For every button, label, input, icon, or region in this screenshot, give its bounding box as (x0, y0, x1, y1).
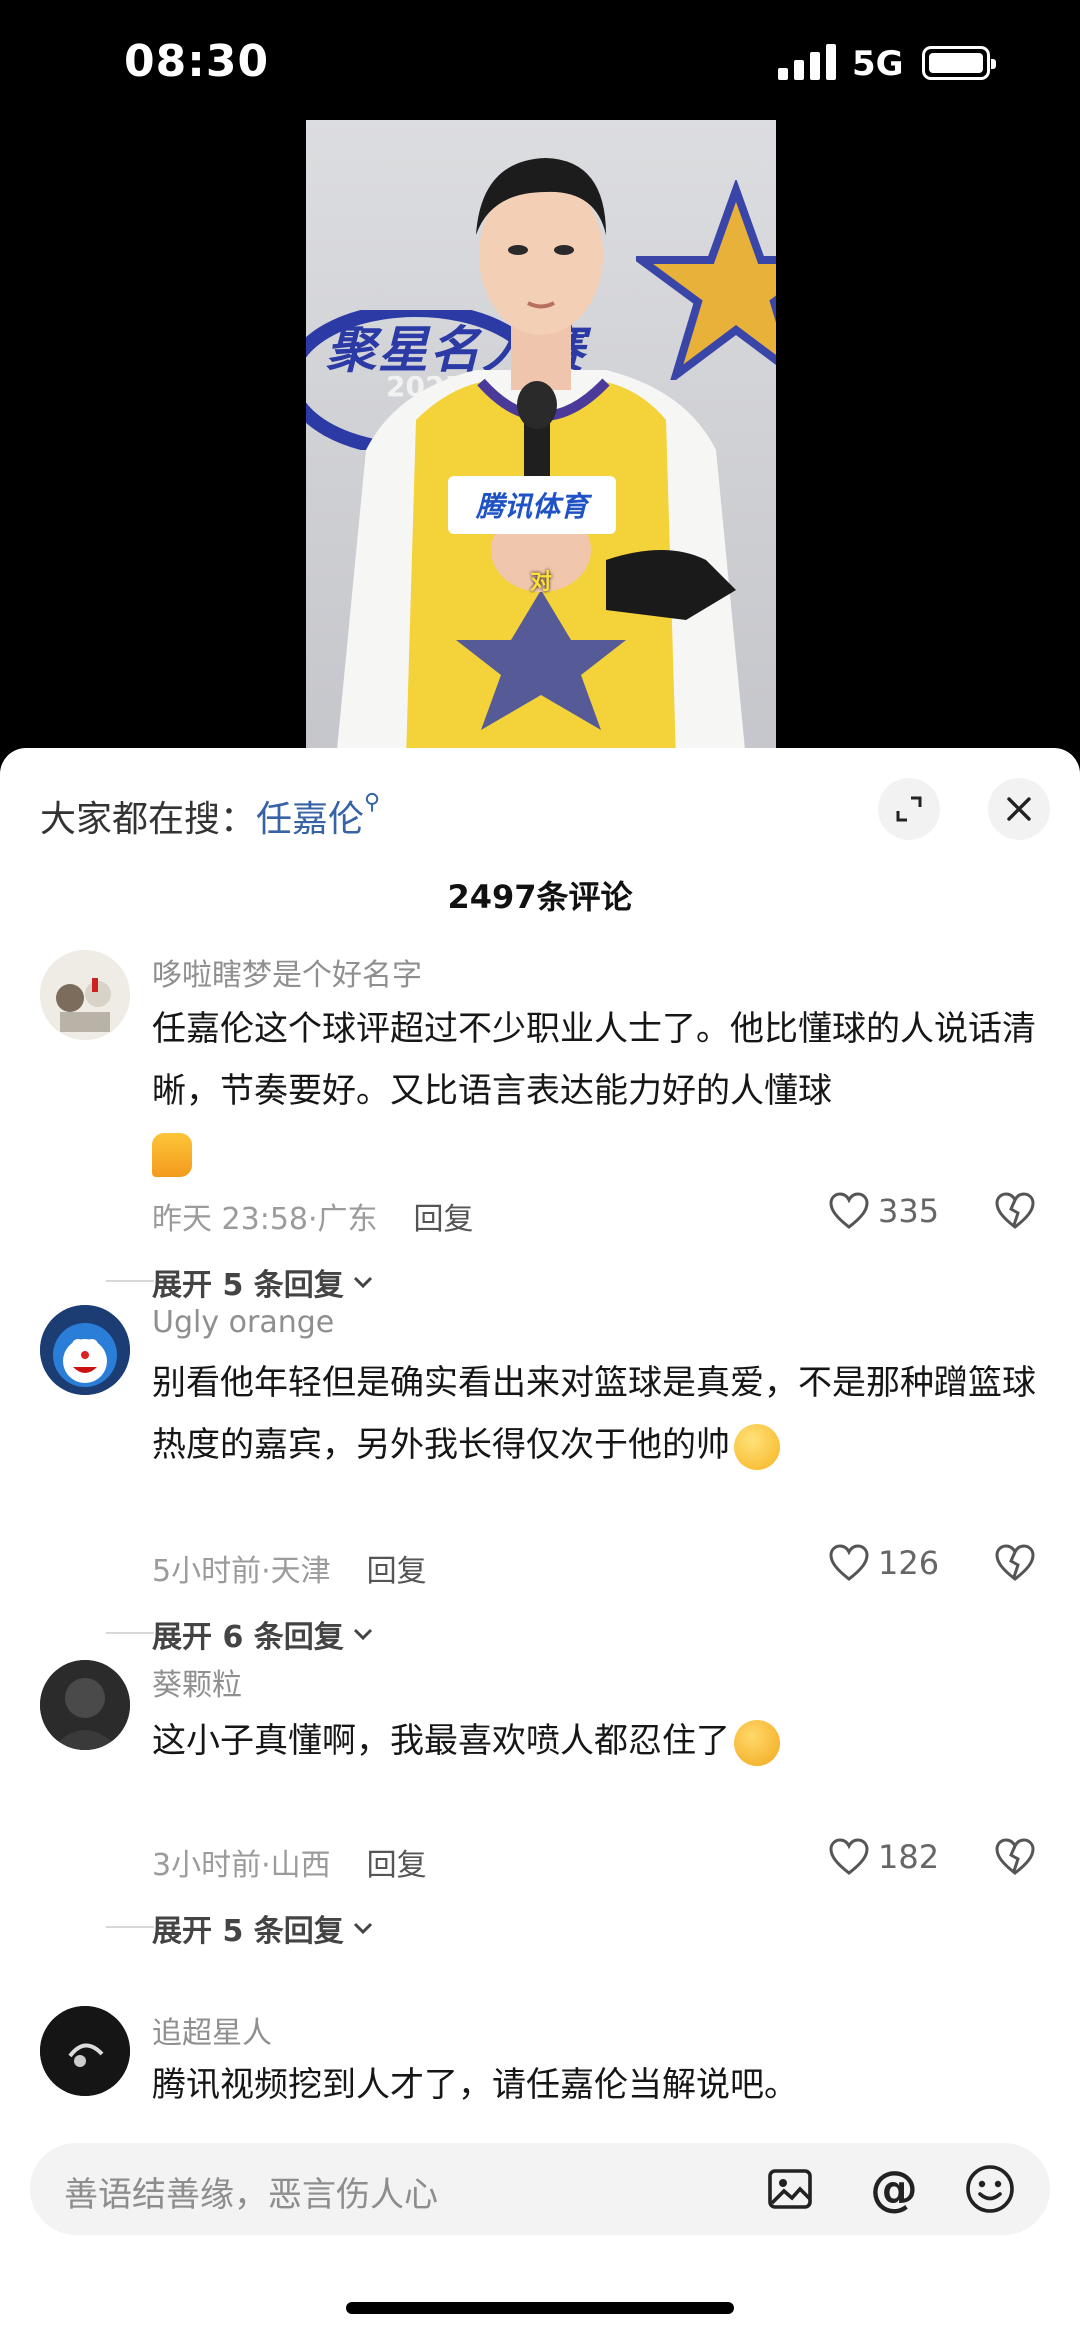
trending-search[interactable]: 大家都在搜：任嘉伦⚲ (40, 790, 380, 842)
network-type: 5G (852, 44, 904, 84)
reply-button[interactable]: 回复 (367, 1848, 427, 1883)
comment-meta: 昨天 23:58·广东 回复 (152, 1202, 474, 1237)
comment-input-bar[interactable]: 善语结善缘，恶言伤人心 @ (30, 2143, 1050, 2235)
avatar[interactable] (40, 1660, 130, 1750)
comment-text-content: 任嘉伦这个球评超过不少职业人士了。他比懂球的人说话清晰，节奏要好。又比语言表达能… (152, 1009, 1036, 1111)
comment-meta: 5小时前·天津 回复 (152, 1554, 427, 1589)
reply-button[interactable]: 回复 (414, 1202, 474, 1237)
comment-username[interactable]: Ugly orange (152, 1305, 334, 1340)
status-bar: 08:30 5G (0, 0, 1080, 120)
comment-text: 这小子真懂啊，我最喜欢喷人都忍住了 (152, 1710, 1042, 1772)
heart-icon (829, 1192, 869, 1229)
comment-time: 5小时前 (152, 1554, 262, 1589)
like-count: 126 (878, 1544, 940, 1582)
chevron-down-icon (353, 1276, 372, 1289)
holding-back-face-emoji (734, 1719, 780, 1766)
avatar[interactable] (40, 1305, 130, 1395)
comment-location: 天津 (270, 1554, 331, 1589)
expand-replies-label: 展开 5 条回复 (152, 1268, 344, 1303)
expand-replies[interactable]: 展开 5 条回复 (106, 1906, 376, 1950)
avatar[interactable] (40, 950, 130, 1040)
comment-text: 腾讯视频挖到人才了，请任嘉伦当解说吧。 (152, 2054, 1042, 2116)
comment-text-content: 别看他年轻但是确实看出来对篮球是真爱，不是那种蹭篮球热度的嘉宾，另外我长得仅次于… (152, 1363, 1036, 1465)
emoji-button[interactable] (958, 2157, 1022, 2221)
comment-time: 昨天 23:58 (152, 1202, 308, 1237)
dislike-button[interactable] (994, 1192, 1036, 1234)
mention-button[interactable]: @ (862, 2157, 926, 2221)
smiley-icon (966, 2165, 1014, 2213)
close-button[interactable] (988, 778, 1050, 840)
chevron-down-icon (353, 1628, 372, 1641)
comment-sheet: 大家都在搜：任嘉伦⚲ 2497条评论 哆啦瞎梦是个好名字 任嘉伦这个球评超过不少… (0, 748, 1080, 2337)
expand-replies[interactable]: 展开 6 条回复 (106, 1612, 376, 1656)
expand-button[interactable] (878, 778, 940, 840)
like-button[interactable]: 335 (828, 1192, 939, 1230)
heart-icon (829, 1838, 869, 1875)
expand-replies-label: 展开 6 条回复 (152, 1620, 344, 1655)
expand-replies[interactable]: 展开 5 条回复 (106, 1260, 376, 1304)
video-player[interactable]: 聚星名人赛 2025 腾讯体育 对 (306, 120, 776, 760)
comment-username[interactable]: 追超星人 (152, 2008, 272, 2052)
battery-icon (922, 46, 996, 80)
status-time: 08:30 (124, 36, 270, 87)
like-count: 335 (878, 1192, 940, 1230)
comment-location: 山西 (270, 1848, 331, 1883)
at-icon: @ (870, 2161, 918, 2217)
comment-text-content: 这小子真懂啊，我最喜欢喷人都忍住了 (152, 1721, 730, 1761)
close-icon (1007, 797, 1031, 821)
comment-meta: 3小时前·山西 回复 (152, 1848, 427, 1883)
broken-heart-icon (995, 1544, 1035, 1581)
like-count: 182 (878, 1838, 940, 1876)
comment-username[interactable]: 葵颗粒 (152, 1660, 242, 1704)
speaker-figure (336, 158, 746, 760)
dislike-button[interactable] (994, 1838, 1036, 1880)
broken-heart-icon (995, 1192, 1035, 1229)
expand-replies-label: 展开 5 条回复 (152, 1914, 344, 1949)
avatar[interactable] (40, 2006, 130, 2096)
comment-text: 别看他年轻但是确实看出来对篮球是真爱，不是那种蹭篮球热度的嘉宾，另外我长得仅次于… (152, 1352, 1042, 1476)
like-button[interactable]: 182 (828, 1838, 939, 1876)
reply-button[interactable]: 回复 (367, 1554, 427, 1589)
image-button[interactable] (758, 2157, 822, 2221)
bottom-safe-area (0, 2235, 1080, 2337)
image-icon (768, 2169, 812, 2209)
comment-time: 3小时前 (152, 1848, 262, 1883)
trending-search-prefix: 大家都在搜： (40, 799, 257, 840)
dislike-button[interactable] (994, 1544, 1036, 1586)
expand-icon (896, 796, 922, 822)
video-subtitle: 对 (530, 570, 553, 595)
broken-heart-icon (995, 1838, 1035, 1875)
comment-count: 2497条评论 (447, 878, 633, 916)
smug-face-emoji (734, 1423, 780, 1470)
search-icon: ⚲ (364, 790, 381, 815)
trending-search-term[interactable]: 任嘉伦 (256, 799, 364, 840)
heart-icon (829, 1544, 869, 1581)
chevron-down-icon (353, 1922, 372, 1935)
like-button[interactable]: 126 (828, 1544, 939, 1582)
mic-brand-label: 腾讯体育 (448, 476, 616, 534)
home-indicator[interactable] (346, 2302, 734, 2314)
comment-input-placeholder[interactable]: 善语结善缘，恶言伤人心 (64, 2167, 438, 2216)
comment-location: 广东 (317, 1202, 378, 1237)
comment-text-content: 腾讯视频挖到人才了，请任嘉伦当解说吧。 (152, 2065, 798, 2105)
thumbs-up-emoji (152, 1132, 192, 1177)
signal-icon (778, 44, 836, 80)
comment-text: 任嘉伦这个球评超过不少职业人士了。他比懂球的人说话清晰，节奏要好。又比语言表达能… (152, 998, 1042, 1184)
comment-username[interactable]: 哆啦瞎梦是个好名字 (152, 950, 422, 994)
